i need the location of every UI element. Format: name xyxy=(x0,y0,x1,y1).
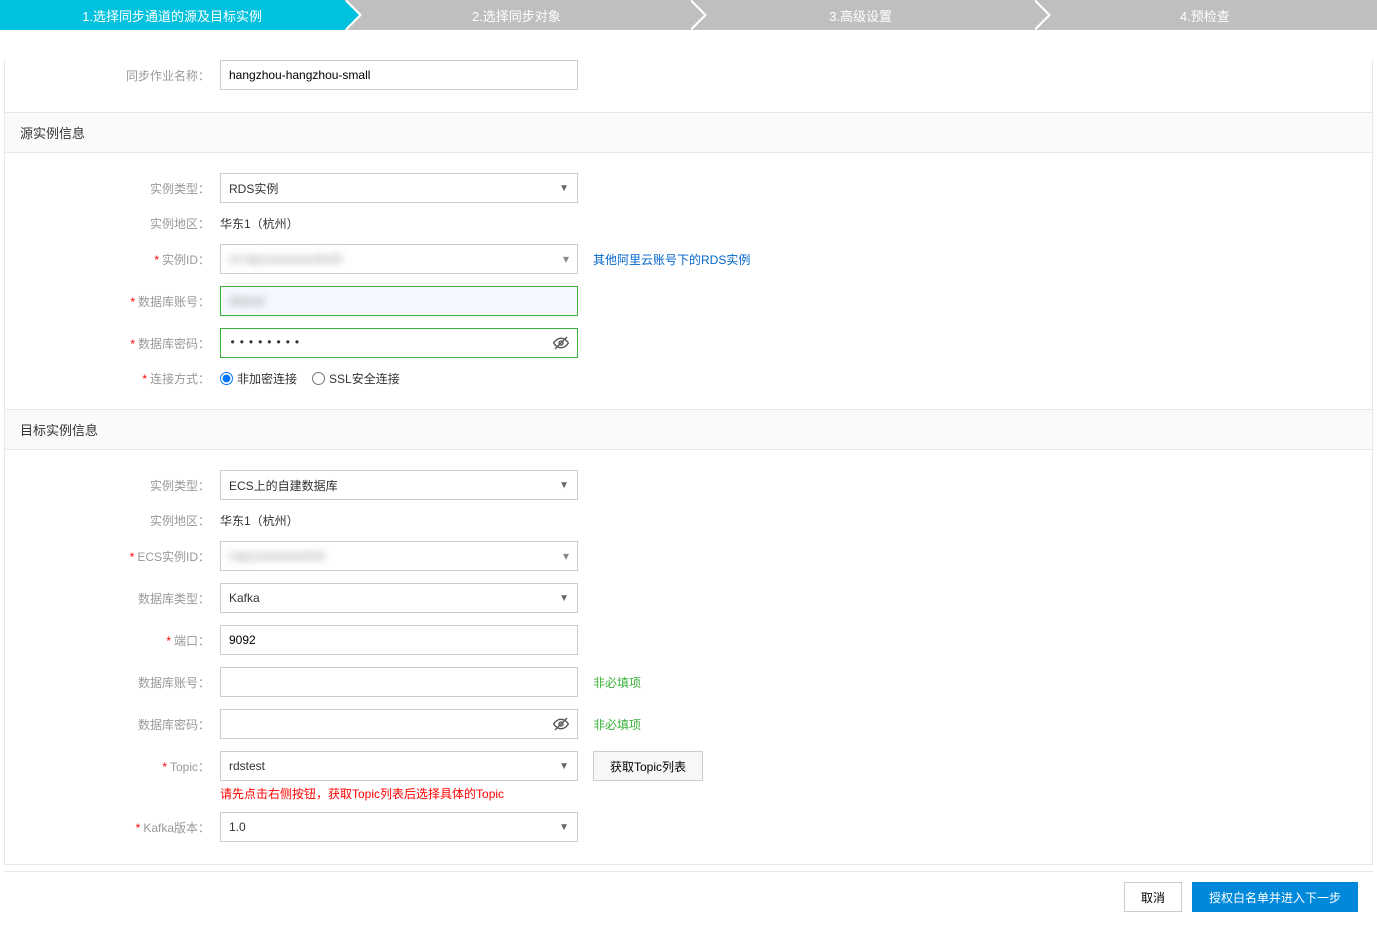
topic-select[interactable]: rdstest ▼ xyxy=(220,751,578,781)
optional-hint: 非必填项 xyxy=(593,716,641,733)
connect-mode-label: *连接方式： xyxy=(45,370,220,387)
dropdown-value: rm-bp1xxxxxxxx3o23 xyxy=(229,252,342,266)
ecs-instance-id-dropdown[interactable]: i-bp1xxxxxxxxf1r8 ▾ xyxy=(220,541,578,571)
source-db-account-label: *数据库账号： xyxy=(45,293,220,310)
chevron-down-icon: ▼ xyxy=(559,822,569,833)
target-db-account-label: 数据库账号： xyxy=(45,674,220,691)
source-region-label: 实例地区： xyxy=(45,215,220,232)
source-instance-type-select[interactable]: RDS实例 ▼ xyxy=(220,173,578,203)
topic-label: *Topic： xyxy=(45,758,220,775)
source-db-account-input[interactable]: dtstest xyxy=(220,286,578,316)
source-section-header: 源实例信息 xyxy=(5,112,1372,153)
chevron-down-icon: ▼ xyxy=(559,480,569,491)
job-name-label: 同步作业名称： xyxy=(45,67,220,84)
caret-down-icon: ▾ xyxy=(563,252,569,266)
dropdown-value: i-bp1xxxxxxxxf1r8 xyxy=(229,549,324,563)
other-account-rds-link[interactable]: 其他阿里云账号下的RDS实例 xyxy=(593,251,750,268)
select-value: 1.0 xyxy=(229,820,246,834)
select-value: ECS上的自建数据库 xyxy=(229,477,338,494)
target-region-value: 华东1（杭州） xyxy=(220,512,299,529)
eye-toggle-icon[interactable] xyxy=(553,716,569,732)
target-db-password-label: 数据库密码： xyxy=(45,716,220,733)
db-type-label: 数据库类型： xyxy=(45,590,220,607)
chevron-down-icon: ▼ xyxy=(559,761,569,772)
connect-mode-radio-group: 非加密连接 SSL安全连接 xyxy=(220,370,400,387)
radio-ssl[interactable]: SSL安全连接 xyxy=(312,370,400,387)
source-db-password-label: *数据库密码： xyxy=(45,335,220,352)
select-value: Kafka xyxy=(229,591,260,605)
port-label: *端口： xyxy=(45,632,220,649)
ecs-instance-id-label: *ECS实例ID： xyxy=(45,548,220,565)
source-db-password-input[interactable]: •••••••• xyxy=(220,328,578,358)
optional-hint: 非必填项 xyxy=(593,674,641,691)
radio-unencrypted[interactable]: 非加密连接 xyxy=(220,370,297,387)
next-step-button[interactable]: 授权白名单并进入下一步 xyxy=(1192,882,1358,912)
target-section-header: 目标实例信息 xyxy=(5,409,1372,450)
topic-warning: 请先点击右侧按钮，获取Topic列表后选择具体的Topic xyxy=(220,785,1372,802)
target-region-label: 实例地区： xyxy=(45,512,220,529)
source-instance-id-label: *实例ID： xyxy=(45,251,220,268)
job-name-input[interactable] xyxy=(220,60,578,90)
port-input[interactable] xyxy=(220,625,578,655)
chevron-down-icon: ▼ xyxy=(559,183,569,194)
source-instance-type-label: 实例类型： xyxy=(45,180,220,197)
step-2-sync-objects[interactable]: 2.选择同步对象 xyxy=(344,0,688,30)
step-3-advanced[interactable]: 3.高级设置 xyxy=(689,0,1033,30)
caret-down-icon: ▾ xyxy=(563,549,569,563)
source-instance-id-dropdown[interactable]: rm-bp1xxxxxxxx3o23 ▾ xyxy=(220,244,578,274)
select-value: rdstest xyxy=(229,759,265,773)
footer-bar: 取消 授权白名单并进入下一步 xyxy=(4,871,1373,926)
db-type-select[interactable]: Kafka ▼ xyxy=(220,583,578,613)
cancel-button[interactable]: 取消 xyxy=(1124,882,1182,912)
select-value: RDS实例 xyxy=(229,180,278,197)
target-db-account-input[interactable] xyxy=(220,667,578,697)
wizard-stepper: 1.选择同步通道的源及目标实例 2.选择同步对象 3.高级设置 4.预检查 xyxy=(0,0,1377,30)
source-region-value: 华东1（杭州） xyxy=(220,215,299,232)
get-topic-list-button[interactable]: 获取Topic列表 xyxy=(593,751,703,781)
kafka-version-label: *Kafka版本： xyxy=(45,819,220,836)
chevron-down-icon: ▼ xyxy=(559,593,569,604)
target-instance-type-label: 实例类型： xyxy=(45,477,220,494)
eye-toggle-icon[interactable] xyxy=(553,335,569,351)
step-1-source-target[interactable]: 1.选择同步通道的源及目标实例 xyxy=(0,0,344,30)
kafka-version-select[interactable]: 1.0 ▼ xyxy=(220,812,578,842)
step-4-precheck[interactable]: 4.预检查 xyxy=(1033,0,1377,30)
target-instance-type-select[interactable]: ECS上的自建数据库 ▼ xyxy=(220,470,578,500)
target-db-password-input[interactable] xyxy=(220,709,578,739)
